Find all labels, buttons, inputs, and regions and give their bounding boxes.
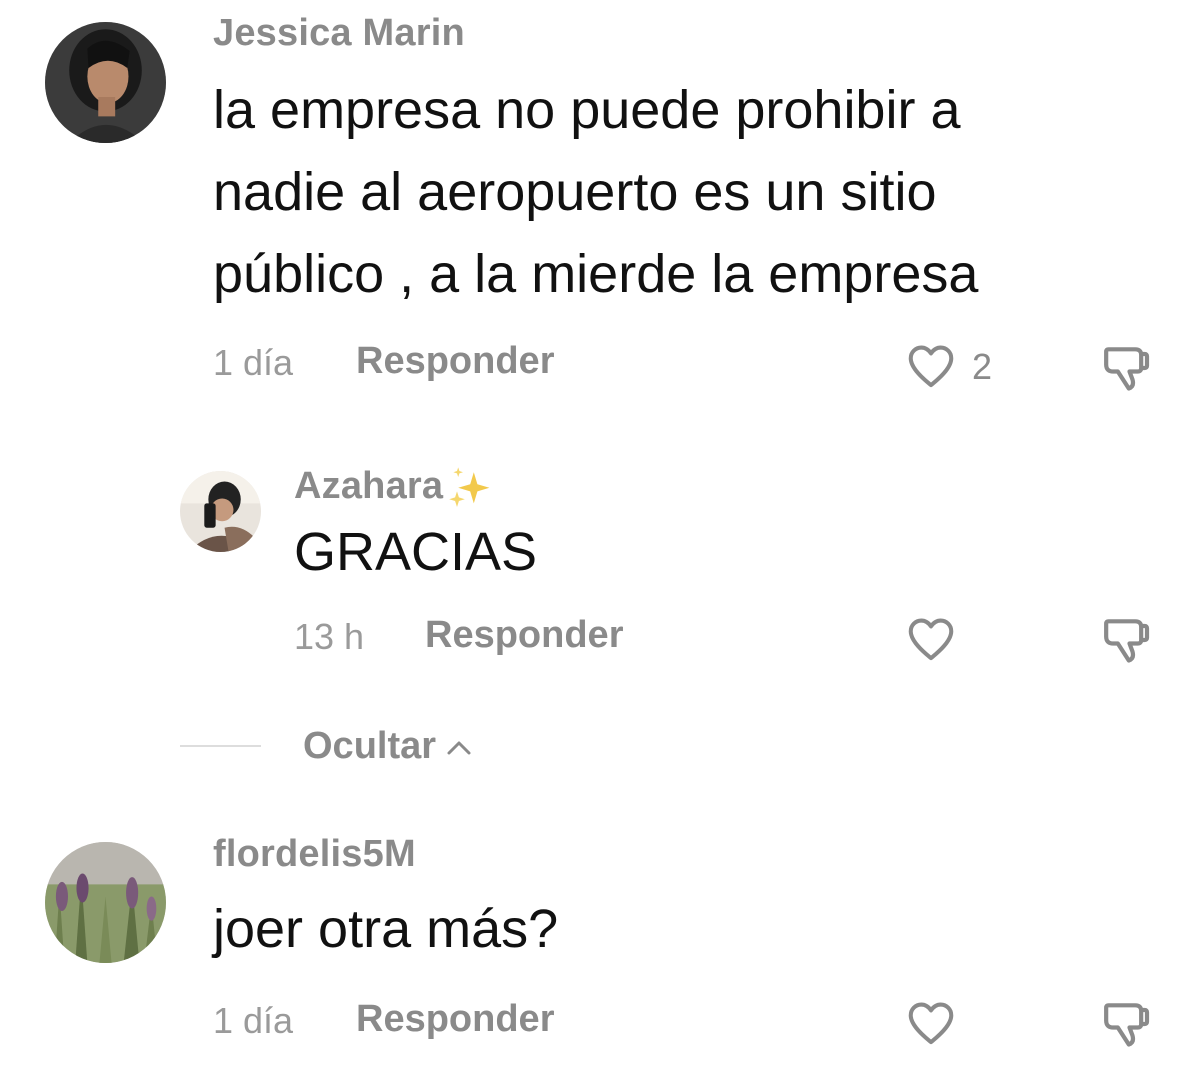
replies-divider [180, 745, 261, 747]
chevron-up-icon [447, 741, 471, 755]
comment-username[interactable]: Jessica Marin [213, 12, 465, 55]
comment-text-line: público , a la mierde la empresa [213, 244, 979, 304]
reply-timestamp: 13 h [294, 616, 365, 657]
reply-button[interactable]: Responder [356, 340, 554, 383]
like-button[interactable] [903, 339, 959, 393]
thumbs-down-icon [1104, 1003, 1150, 1047]
reply-username-text: Azahara [294, 465, 444, 507]
like-button[interactable] [903, 996, 959, 1050]
heart-outline-icon [908, 618, 954, 661]
like-count: 2 [972, 346, 993, 387]
heart-outline-icon [908, 345, 954, 388]
comment-username[interactable]: flordelis5M [213, 833, 416, 876]
dislike-button[interactable] [1098, 340, 1154, 396]
dislike-button[interactable] [1098, 612, 1154, 668]
sparkles-icon [445, 465, 493, 513]
thumbs-down-icon [1104, 619, 1150, 663]
heart-outline-icon [908, 1002, 954, 1045]
comment-timestamp: 1 día [213, 1000, 294, 1041]
comment-text-line: la empresa no puede prohibir a [213, 80, 961, 140]
comment-timestamp: 1 día [213, 342, 294, 383]
comment-text-line: nadie al aeropuerto es un sitio [213, 162, 937, 222]
like-button[interactable] [903, 612, 959, 666]
hide-replies-button[interactable]: Ocultar [303, 725, 474, 768]
reply-username[interactable]: Azahara [294, 465, 493, 513]
avatar[interactable] [180, 471, 261, 552]
avatar[interactable] [45, 22, 166, 143]
avatar-photo [180, 471, 261, 552]
avatar[interactable] [45, 842, 166, 963]
dislike-button[interactable] [1098, 996, 1154, 1052]
avatar-photo [45, 842, 166, 963]
reply-button[interactable]: Responder [356, 998, 554, 1041]
thumbs-down-icon [1104, 347, 1150, 391]
hide-replies-label: Ocultar [303, 725, 437, 767]
comment-text: joer otra más? [213, 899, 559, 959]
reply-button[interactable]: Responder [425, 614, 623, 657]
avatar-photo [45, 22, 166, 143]
reply-text: GRACIAS [294, 522, 538, 582]
